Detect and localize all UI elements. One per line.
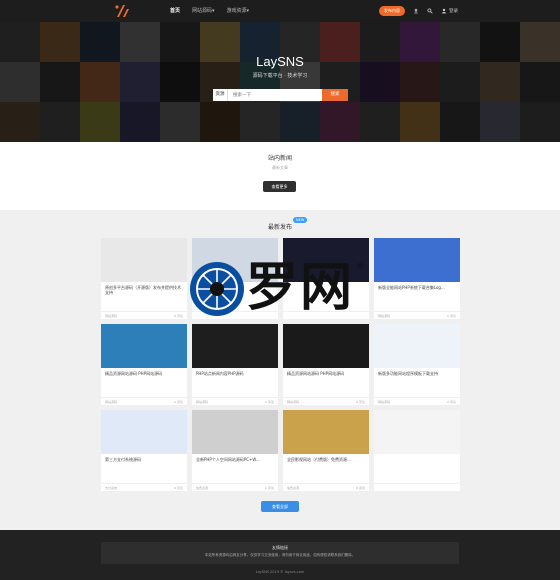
card-category[interactable]: 网站源码 <box>105 314 117 318</box>
card-comment-count: 0 评论 <box>174 486 183 490</box>
card-footer: 网站源码 0 评论 <box>374 397 460 405</box>
card-comment-count: 0 评论 <box>174 400 183 404</box>
search-button[interactable]: 搜索 <box>322 89 348 101</box>
footer-title: 友情链接 <box>272 545 288 550</box>
nav-game-resources[interactable]: 游戏资源▾ <box>227 0 250 22</box>
card-footer: 免费资源 0 评论 <box>283 483 369 491</box>
card-category[interactable]: 支付系统 <box>105 486 117 490</box>
card-title[interactable]: 第三方支付系统源码 <box>101 454 187 467</box>
card-footer: 网站源码 0 评论 <box>101 311 187 319</box>
card-comment-count: 0 评论 <box>356 400 365 404</box>
card-category[interactable]: 免费资源 <box>287 486 299 490</box>
new-badge: NEW <box>293 217 308 223</box>
search-scope-select[interactable]: 资源 <box>213 89 228 101</box>
card-category[interactable]: 免费资源 <box>196 486 208 490</box>
card-comment-count: 0 评论 <box>265 486 274 490</box>
card-category[interactable]: 网站源码 <box>378 400 390 404</box>
registered-mark: ® <box>356 262 365 272</box>
footer: 友情链接 本站所有资源均由网友分享，仅供学习交流使用，请勿用于商业用途，如有侵权… <box>0 530 560 580</box>
card-thumbnail[interactable] <box>192 410 278 454</box>
card-title[interactable]: 全新PHP个人空间网站源码PC+W... <box>192 454 278 467</box>
search-icon[interactable] <box>427 8 433 14</box>
user-icon <box>441 8 447 14</box>
card-category[interactable]: 网站源码 <box>105 400 117 404</box>
spider-globe-icon <box>190 262 244 316</box>
copyright: LaySNS 2019 © laysns.com <box>255 570 305 574</box>
resource-card[interactable]: 第三方支付系统源码支付系统 0 评论 <box>101 410 187 491</box>
news-subtitle: 最新文章 <box>272 165 288 170</box>
card-title[interactable]: 精品资源网站源码 PHP网站源码 <box>283 368 369 381</box>
card-footer: 支付系统 0 评论 <box>101 483 187 491</box>
resource-card[interactable]: 精品资源网站源码 PHP网站源码网站源码 0 评论 <box>283 324 369 405</box>
card-comment-count: 0 评论 <box>447 400 456 404</box>
resource-card[interactable]: 新版全能网站PHP系统下载合集Log... 网站源码 0 评论 <box>374 238 460 319</box>
resource-card[interactable]: PHP站点新闻内容PHP源码网站源码 0 评论 <box>192 324 278 405</box>
card-comment-count: 0 评论 <box>174 314 183 318</box>
resource-card[interactable]: 新版多功能网站程序模板下载支持网站源码 0 评论 <box>374 324 460 405</box>
card-title[interactable]: 新版多功能网站程序模板下载支持 <box>374 368 460 381</box>
card-comment-count: 0 评论 <box>356 486 365 490</box>
card-footer: 网站源码 0 评论 <box>374 311 460 319</box>
card-thumbnail[interactable] <box>101 324 187 368</box>
card-footer: 网站源码 0 评论 <box>283 397 369 405</box>
card-thumbnail[interactable] <box>374 238 460 282</box>
card-footer: 网站源码 0 评论 <box>192 397 278 405</box>
nav-website-source[interactable]: 网站源码▾ <box>192 0 215 22</box>
card-footer: 免费资源 0 评论 <box>192 483 278 491</box>
card-thumbnail[interactable] <box>374 410 460 454</box>
card-comment-count: 0 评论 <box>265 400 274 404</box>
card-thumbnail[interactable] <box>283 324 369 368</box>
card-footer <box>374 483 460 491</box>
card-category[interactable]: 网站源码 <box>196 400 208 404</box>
resource-card[interactable] <box>374 410 460 491</box>
card-title[interactable]: PHP站点新闻内容PHP源码 <box>192 368 278 381</box>
search-input[interactable] <box>228 89 322 101</box>
latest-title: 最新发布 <box>267 224 292 231</box>
card-comment-count: 0 评论 <box>447 314 456 318</box>
site-logo[interactable] <box>114 3 132 19</box>
card-title[interactable]: 新版全能网站PHP系统下载合集Log... <box>374 282 460 295</box>
hero-overlay <box>0 22 560 142</box>
main-nav: 首页 网站源码▾ 游戏资源▾ <box>170 0 249 22</box>
watermark-text: 罗网 <box>246 258 355 318</box>
card-category[interactable]: 网站源码 <box>378 314 390 318</box>
news-title: 站内新闻 <box>267 155 292 162</box>
login-link[interactable]: 登录 <box>441 8 458 14</box>
news-section: 站内新闻 最新文章 查看更多 <box>0 142 560 210</box>
top-navbar: 首页 网站源码▾ 游戏资源▾ 发布内容 登录 <box>0 0 560 22</box>
watermark-logo: 罗网 ® <box>190 258 370 318</box>
resource-card[interactable]: 精品资源网站源码 PHP网站源码网站源码 0 评论 <box>101 324 187 405</box>
card-title[interactable]: 精品资源网站源码 PHP网站源码 <box>101 368 187 381</box>
publish-button[interactable]: 发布内容 <box>379 6 405 16</box>
card-title[interactable]: 全民影视网站（付费版）免费资源... <box>283 454 369 467</box>
hero-banner: LaySNS 源码下载平台 · 技术学习 资源 搜索 <box>0 22 560 142</box>
view-all-button[interactable]: 查看全部 <box>261 501 299 512</box>
search-bar: 资源 搜索 <box>213 89 348 101</box>
card-thumbnail[interactable] <box>101 410 187 454</box>
card-footer: 网站源码 0 评论 <box>101 397 187 405</box>
header-actions: 发布内容 登录 <box>379 0 458 22</box>
hero-title: LaySNS <box>256 54 304 69</box>
card-title[interactable] <box>374 454 460 467</box>
news-more-button[interactable]: 查看更多 <box>263 181 296 192</box>
footer-links-box: 友情链接 本站所有资源均由网友分享，仅供学习交流使用，请勿用于商业用途，如有侵权… <box>101 542 459 564</box>
hero-subtitle: 源码下载平台 · 技术学习 <box>252 73 308 79</box>
card-thumbnail[interactable] <box>374 324 460 368</box>
card-title[interactable]: 原创多平台源码（开源版）发布并提供技术支持 <box>101 282 187 295</box>
card-thumbnail[interactable] <box>101 238 187 282</box>
resource-card[interactable]: 原创多平台源码（开源版）发布并提供技术支持网站源码 0 评论 <box>101 238 187 319</box>
login-label: 登录 <box>449 9 458 14</box>
resource-card[interactable]: 全民影视网站（付费版）免费资源... 免费资源 0 评论 <box>283 410 369 491</box>
card-thumbnail[interactable] <box>192 324 278 368</box>
footer-text: 本站所有资源均由网友分享，仅供学习交流使用，请勿用于商业用途，如有侵权请联系我们… <box>204 553 356 557</box>
card-thumbnail[interactable] <box>283 410 369 454</box>
upload-icon[interactable] <box>413 8 419 14</box>
resource-card[interactable]: 全新PHP个人空间网站源码PC+W... 免费资源 0 评论 <box>192 410 278 491</box>
nav-home[interactable]: 首页 <box>170 0 180 22</box>
card-category[interactable]: 网站源码 <box>287 400 299 404</box>
